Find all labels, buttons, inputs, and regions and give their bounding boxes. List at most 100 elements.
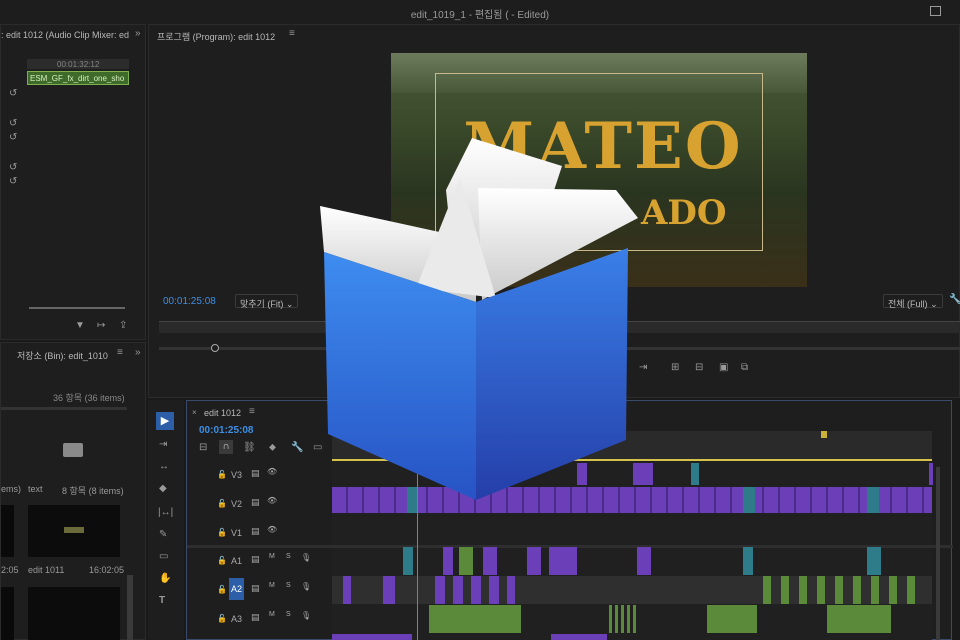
timeline-settings-icon[interactable]: 🔧 — [291, 443, 303, 453]
a3-clip-2[interactable] — [609, 605, 639, 633]
mute-button[interactable]: M — [269, 582, 275, 589]
selection-tool-icon[interactable]: ▶ — [156, 412, 174, 430]
extract-button-icon[interactable]: ⊟ — [695, 363, 703, 373]
mixer-scrollbar[interactable] — [29, 307, 125, 309]
a1-clip-1[interactable] — [403, 547, 413, 575]
sync-lock-icon[interactable]: ▤ — [251, 526, 260, 537]
add-marker-icon[interactable]: ⬥ — [269, 443, 276, 453]
a3-clip-3[interactable] — [707, 605, 757, 633]
a2-clip-2[interactable] — [383, 576, 395, 604]
thumbnail-2[interactable] — [28, 587, 120, 640]
sync-lock-icon[interactable]: ▤ — [251, 497, 260, 508]
track-name[interactable]: V3 — [231, 470, 242, 480]
timeline-vertical-scrollbar[interactable] — [936, 467, 940, 640]
a1-clip-2[interactable] — [443, 547, 453, 575]
program-timecode[interactable]: 00:01:25:08 — [163, 296, 216, 307]
a4-clip-band[interactable] — [332, 634, 412, 640]
sync-lock-icon[interactable]: ▤ — [251, 583, 260, 594]
mixer-clip[interactable]: ESM_GF_fx_dirt_one_sho — [27, 71, 129, 85]
a4-clip-band-2[interactable] — [551, 634, 607, 640]
ripple-edit-tool-icon[interactable]: ↔ — [159, 462, 169, 472]
v2-clip-teal-2[interactable] — [743, 487, 755, 513]
lock-icon[interactable]: 🔓 — [217, 528, 227, 537]
linked-selection-icon[interactable]: ⛓ — [243, 443, 256, 453]
razor-tool-icon[interactable]: ◆ — [159, 484, 167, 494]
timeline-timecode[interactable]: 00:01:25:08 — [199, 425, 253, 436]
bin-more-icon[interactable]: » — [135, 348, 141, 358]
slip-tool-icon[interactable]: |↔| — [158, 508, 173, 518]
thumbnail-edit-1011[interactable] — [28, 505, 120, 557]
a2-clip-4[interactable] — [763, 576, 923, 604]
track-name[interactable]: V1 — [231, 528, 242, 538]
mute-button[interactable]: M — [269, 611, 275, 618]
filter-icon[interactable]: ▼ — [75, 321, 85, 331]
track-select-tool-icon[interactable]: ⇥ — [159, 440, 167, 450]
resolution-dropdown[interactable]: 전체 (Full) ⌄ — [883, 294, 943, 309]
a3-clip-1[interactable] — [429, 605, 521, 633]
lift-button-icon[interactable]: ⊞ — [671, 363, 679, 373]
bin-folder-label[interactable]: text — [28, 484, 43, 494]
pen-tool-icon[interactable]: ✎ — [159, 530, 167, 540]
a2-clip-3[interactable] — [435, 576, 515, 604]
bin-zoom-slider[interactable] — [1, 407, 127, 410]
thumbnail-left-2[interactable] — [1, 587, 14, 640]
a1-clip-6[interactable] — [549, 547, 577, 575]
reset-icon-3[interactable]: ↺ — [9, 133, 17, 143]
reset-icon-2[interactable]: ↺ — [9, 119, 17, 129]
settings-wrench-icon[interactable]: 🔧 — [949, 295, 960, 305]
close-tab-icon[interactable]: × — [192, 408, 197, 418]
eye-icon[interactable]: 👁 — [267, 496, 277, 505]
sync-lock-icon[interactable]: ▤ — [251, 612, 260, 623]
reset-icon-4[interactable]: ↺ — [9, 163, 17, 173]
solo-button[interactable]: S — [286, 582, 291, 589]
a2-clip-1[interactable] — [343, 576, 351, 604]
solo-button[interactable]: S — [286, 553, 291, 560]
v3-clip-4[interactable] — [929, 463, 933, 485]
microphone-icon[interactable]: 🎙 — [301, 611, 311, 620]
nest-icon[interactable]: ⊟ — [199, 443, 207, 453]
reset-icon-1[interactable]: ↺ — [9, 89, 17, 99]
solo-button[interactable]: S — [286, 611, 291, 618]
folder-icon[interactable] — [63, 443, 83, 457]
type-tool-icon[interactable]: T — [159, 596, 165, 606]
lock-icon[interactable]: 🔓 — [217, 614, 227, 623]
track-name[interactable]: V2 — [231, 499, 242, 509]
track-name[interactable]: A3 — [231, 614, 242, 624]
lock-icon[interactable]: 🔓 — [217, 585, 227, 594]
reset-icon-5[interactable]: ↺ — [9, 177, 17, 187]
bin-scrollbar[interactable] — [127, 575, 133, 640]
timeline-menu-icon[interactable]: ≡ — [249, 407, 255, 417]
sync-lock-icon[interactable]: ▤ — [251, 468, 260, 479]
export-icon[interactable]: ⇪ — [119, 321, 127, 331]
marker-icon[interactable] — [821, 431, 827, 438]
rectangle-tool-icon[interactable]: ▭ — [159, 552, 168, 562]
sync-lock-icon[interactable]: ▤ — [251, 554, 260, 565]
timeline-tab-label[interactable]: edit 1012 — [204, 408, 241, 418]
panel-menu-icon[interactable]: » — [135, 29, 141, 39]
insert-icon[interactable]: ↦ — [97, 321, 105, 331]
a1-clip-9[interactable] — [867, 547, 881, 575]
track-name[interactable]: A2 — [229, 578, 245, 600]
lock-icon[interactable]: 🔓 — [217, 499, 227, 508]
a1-clip-8[interactable] — [743, 547, 753, 575]
eye-icon[interactable]: 👁 — [267, 467, 277, 476]
lock-icon[interactable]: 🔓 — [217, 556, 227, 565]
v2-clip-teal-3[interactable] — [867, 487, 879, 513]
zoom-handle-left[interactable] — [211, 344, 219, 352]
eye-icon[interactable]: 👁 — [267, 525, 277, 534]
bin-menu-icon[interactable]: ≡ — [117, 348, 123, 358]
workspace-icon[interactable] — [930, 6, 941, 16]
a1-clip-5[interactable] — [527, 547, 541, 575]
mute-button[interactable]: M — [269, 553, 275, 560]
snap-icon[interactable]: ∩ — [219, 440, 233, 454]
fit-dropdown[interactable]: 맞추기 (Fit) ⌄ — [235, 294, 299, 309]
compare-icon[interactable]: ⧉ — [741, 363, 748, 373]
lock-icon[interactable]: 🔓 — [217, 470, 227, 479]
a1-clip-7[interactable] — [637, 547, 651, 575]
microphone-icon[interactable]: 🎙 — [301, 582, 311, 591]
a1-clip-3[interactable] — [459, 547, 473, 575]
microphone-icon[interactable]: 🎙 — [301, 553, 311, 562]
track-name[interactable]: A1 — [231, 556, 242, 566]
v3-clip-3[interactable] — [691, 463, 699, 485]
a3-clip-4[interactable] — [827, 605, 891, 633]
